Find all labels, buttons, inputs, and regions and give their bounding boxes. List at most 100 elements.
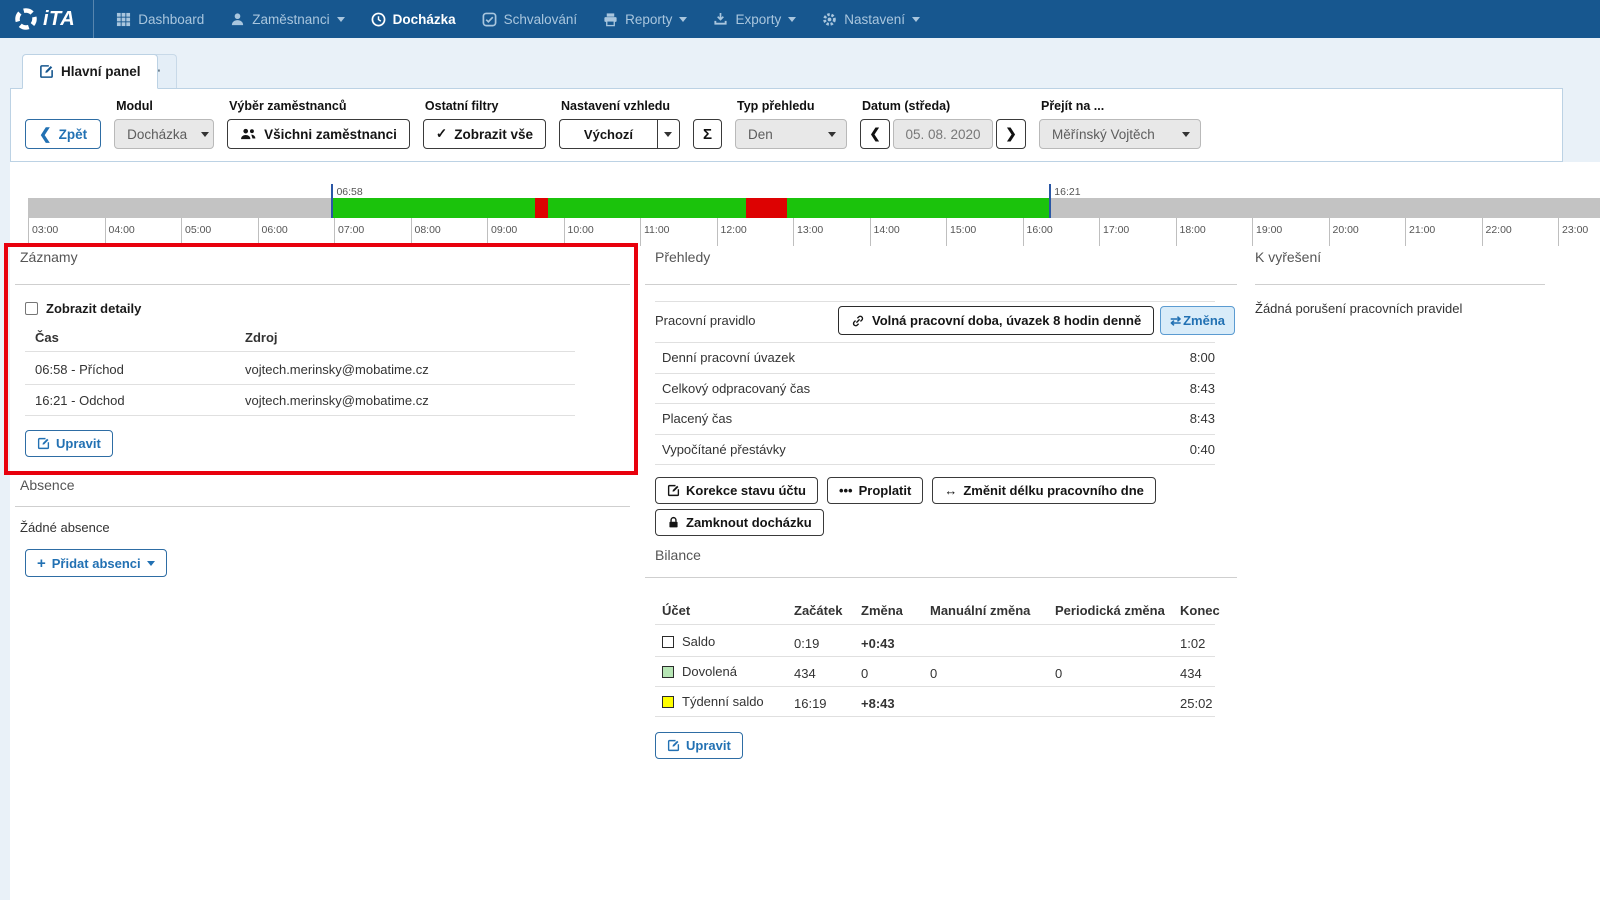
overview-row-value: 8:43 <box>1189 411 1215 426</box>
timeline-tick <box>1405 218 1406 246</box>
absence-title: Absence <box>20 477 75 493</box>
lock-attendance-button[interactable]: Zamknout docházku <box>655 509 824 536</box>
timeline-marker-label: 06:58 <box>336 186 363 198</box>
payout-button[interactable]: ••• Proplatit <box>826 477 924 504</box>
timeline-tick-label: 13:00 <box>797 224 824 236</box>
divider <box>645 577 1237 578</box>
timeline-segment-work <box>548 198 746 218</box>
timeline-segment-break <box>535 198 549 218</box>
timeline-tick-label: 21:00 <box>1409 224 1436 236</box>
balance-row-account: Saldo <box>662 634 715 649</box>
to-resolve-title: K vyřešení <box>1255 249 1322 265</box>
timeline-tick <box>1558 218 1559 246</box>
timeline-tick <box>181 218 182 246</box>
timeline-marker <box>1049 184 1052 218</box>
timeline-tick-label: 05:00 <box>185 224 212 236</box>
balance-col-header: Změna <box>861 603 903 618</box>
timeline-tick <box>946 218 947 246</box>
timeline-tick-label: 16:00 <box>1026 224 1053 236</box>
timeline-marker <box>331 184 334 218</box>
day-timeline: 03:00 04:00 05:00 06:00 07:00 08:00 09:00 10:00… <box>0 0 1600 250</box>
timeline-tick-label: 11:00 <box>644 224 670 236</box>
divider <box>655 342 1215 343</box>
balance-cell: +0:43 <box>861 636 895 651</box>
timeline-tick-label: 19:00 <box>1256 224 1283 236</box>
balance-col-header: Periodická změna <box>1055 603 1165 618</box>
overview-actions-row1: Korekce stavu účtu ••• Proplatit ↔ Změni… <box>655 477 1156 504</box>
add-absence-button[interactable]: + Přidat absenci <box>25 549 167 577</box>
timeline-tick-label: 20:00 <box>1332 224 1359 236</box>
balance-cell: 0 <box>861 666 869 681</box>
timeline-tick-label: 07:00 <box>338 224 365 236</box>
timeline-tick <box>257 218 259 246</box>
balance-cell: 25:02 <box>1180 696 1213 711</box>
timeline-tick <box>487 218 488 246</box>
correction-label: Korekce stavu účtu <box>686 483 806 498</box>
timeline-tick <box>334 218 335 246</box>
divider <box>655 686 1215 687</box>
divider <box>655 624 1215 625</box>
timeline-tick-label: 15:00 <box>950 224 977 236</box>
edit-label: Upravit <box>686 738 731 753</box>
timeline-tick <box>104 218 106 246</box>
divider <box>645 284 1237 285</box>
tab-hlavni-panel[interactable]: Hlavní panel <box>22 54 158 89</box>
timeline-tick-label: 12:00 <box>720 224 747 236</box>
timeline-tick <box>1022 218 1024 246</box>
timeline-tick-label: 17:00 <box>1103 224 1130 236</box>
balance-cell: 434 <box>1180 666 1202 681</box>
overview-actions-row2: Zamknout docházku <box>655 509 824 536</box>
timeline-tick <box>1099 218 1100 246</box>
dots-icon: ••• <box>838 483 853 498</box>
timeline-tick-label: 09:00 <box>491 224 518 236</box>
change-label: Změna <box>1183 313 1225 328</box>
divider <box>655 464 1215 465</box>
work-rule-button[interactable]: Volná pracovní doba, úvazek 8 hodin denn… <box>837 306 1155 335</box>
balance-cell: 16:19 <box>794 696 827 711</box>
left-right-arrow-icon: ↔ <box>944 483 958 498</box>
account-name: Týdenní saldo <box>682 694 764 709</box>
balance-cell: 1:02 <box>1180 636 1206 651</box>
change-day-length-button[interactable]: ↔ Změnit délku pracovního dne <box>932 477 1156 504</box>
timeline-marker-label: 16:21 <box>1054 186 1081 198</box>
timeline-segment-idle <box>1049 198 1600 218</box>
account-correction-button[interactable]: Korekce stavu účtu <box>655 477 818 504</box>
account-name: Dovolená <box>682 664 737 679</box>
timeline-tick <box>1252 218 1253 246</box>
overview-row-value: 8:43 <box>1189 381 1215 396</box>
timeline-tick-label: 03:00 <box>32 224 59 236</box>
saldo-swatch <box>662 635 674 648</box>
timeline-segment-work <box>786 198 1050 218</box>
link-icon <box>851 314 865 328</box>
divider <box>655 301 1215 302</box>
divider <box>15 506 630 507</box>
account-name: Saldo <box>682 634 716 649</box>
balance-cell: 0:19 <box>794 636 820 651</box>
timeline-tick-label: 08:00 <box>414 224 441 236</box>
balance-cell: 434 <box>794 666 816 681</box>
timeline-tick <box>410 218 412 246</box>
chevron-down-icon <box>146 560 155 566</box>
timeline-tick <box>716 218 718 246</box>
balance-col-header: Manuální změna <box>930 603 1031 618</box>
to-resolve-empty-text: Žádná porušení pracovních pravidel <box>1255 301 1463 316</box>
divider <box>655 373 1215 374</box>
add-absence-label: Přidat absenci <box>51 555 141 571</box>
balance-cell: 0 <box>1055 666 1063 681</box>
divider <box>655 434 1215 435</box>
timeline-tick-label: 10:00 <box>567 224 594 236</box>
balance-col-header: Konec <box>1180 603 1220 618</box>
absence-empty-text: Žádné absence <box>20 520 110 535</box>
work-rule-value: Volná pracovní doba, úvazek 8 hodin denn… <box>871 313 1142 328</box>
tab-label: Hlavní panel <box>61 64 141 79</box>
dovolena-swatch <box>662 665 674 678</box>
payout-label: Proplatit <box>858 483 912 498</box>
balance-edit-button[interactable]: Upravit <box>655 732 743 759</box>
divider <box>1255 284 1545 285</box>
timeline-tick <box>1328 218 1330 246</box>
change-rule-button[interactable]: ⇄ Změna <box>1160 306 1235 335</box>
timeline-tick-label: 23:00 <box>1562 224 1589 236</box>
overview-row-value: 0:40 <box>1189 442 1215 457</box>
balance-col-header: Účet <box>662 603 691 618</box>
divider <box>655 656 1215 657</box>
